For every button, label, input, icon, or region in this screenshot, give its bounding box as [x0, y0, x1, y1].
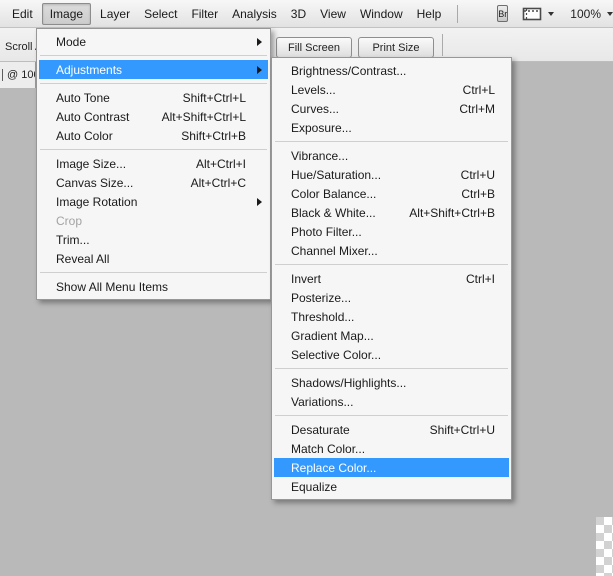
image-menu-dropdown: Mode Adjustments Auto Tone Shift+Ctrl+L … [36, 28, 271, 300]
chevron-down-icon [548, 12, 554, 16]
menu-item-canvas-size[interactable]: Canvas Size... Alt+Ctrl+C [39, 173, 268, 192]
submenu-arrow-icon [257, 38, 262, 46]
fill-screen-button[interactable]: Fill Screen [276, 37, 352, 58]
menu-item-image-size[interactable]: Image Size... Alt+Ctrl+I [39, 154, 268, 173]
document-tab-label: @ 100 [2, 69, 36, 81]
submenu-item-match-color[interactable]: Match Color... [274, 439, 509, 458]
menubar-item-filter[interactable]: Filter [184, 0, 225, 28]
menu-separator [275, 364, 508, 373]
menubar-item-window[interactable]: Window [353, 0, 410, 28]
menu-item-trim[interactable]: Trim... [39, 230, 268, 249]
chevron-down-icon [607, 12, 613, 16]
submenu-item-black-white[interactable]: Black & White... Alt+Shift+Ctrl+B [274, 203, 509, 222]
options-bar-divider [442, 34, 443, 56]
menubar-item-image[interactable]: Image [42, 3, 91, 25]
submenu-item-equalize[interactable]: Equalize [274, 477, 509, 496]
submenu-item-selective-color[interactable]: Selective Color... [274, 345, 509, 364]
submenu-item-photo-filter[interactable]: Photo Filter... [274, 222, 509, 241]
zoom-level-value: 100% [570, 7, 601, 21]
submenu-item-color-balance[interactable]: Color Balance... Ctrl+B [274, 184, 509, 203]
submenu-item-exposure[interactable]: Exposure... [274, 118, 509, 137]
submenu-item-brightness-contrast[interactable]: Brightness/Contrast... [274, 61, 509, 80]
submenu-item-shadows-highlights[interactable]: Shadows/Highlights... [274, 373, 509, 392]
menu-separator [40, 79, 267, 88]
menubar-item-layer[interactable]: Layer [93, 0, 137, 28]
submenu-item-curves[interactable]: Curves... Ctrl+M [274, 99, 509, 118]
menu-item-crop: Crop [39, 211, 268, 230]
submenu-item-gradient-map[interactable]: Gradient Map... [274, 326, 509, 345]
submenu-arrow-icon [257, 66, 262, 74]
launch-bridge-button[interactable]: Br [497, 5, 508, 22]
submenu-arrow-icon [257, 198, 262, 206]
submenu-item-desaturate[interactable]: Desaturate Shift+Ctrl+U [274, 420, 509, 439]
menu-item-auto-contrast[interactable]: Auto Contrast Alt+Shift+Ctrl+L [39, 107, 268, 126]
menu-item-auto-tone[interactable]: Auto Tone Shift+Ctrl+L [39, 88, 268, 107]
menu-bar: Edit Image Layer Select Filter Analysis … [0, 0, 613, 28]
view-extras-icon [522, 6, 543, 22]
photoshop-window: Edit Image Layer Select Filter Analysis … [0, 0, 613, 576]
menubar-item-analysis[interactable]: Analysis [225, 0, 284, 28]
menubar-item-select[interactable]: Select [137, 0, 184, 28]
view-extras-dropdown[interactable] [522, 6, 554, 22]
menu-item-reveal-all[interactable]: Reveal All [39, 249, 268, 268]
menubar-item-3d[interactable]: 3D [284, 0, 313, 28]
menubar-item-view[interactable]: View [313, 0, 353, 28]
menu-separator [275, 411, 508, 420]
print-size-button[interactable]: Print Size [358, 37, 434, 58]
menu-separator [40, 268, 267, 277]
menubar-item-help[interactable]: Help [410, 0, 449, 28]
menu-item-auto-color[interactable]: Auto Color Shift+Ctrl+B [39, 126, 268, 145]
menu-item-image-rotation[interactable]: Image Rotation [39, 192, 268, 211]
submenu-item-hue-saturation[interactable]: Hue/Saturation... Ctrl+U [274, 165, 509, 184]
submenu-item-levels[interactable]: Levels... Ctrl+L [274, 80, 509, 99]
transparency-checkerboard [596, 517, 613, 576]
menu-item-show-all-menu-items[interactable]: Show All Menu Items [39, 277, 268, 296]
submenu-item-variations[interactable]: Variations... [274, 392, 509, 411]
menu-separator [275, 137, 508, 146]
menu-separator [275, 260, 508, 269]
submenu-item-vibrance[interactable]: Vibrance... [274, 146, 509, 165]
menu-item-mode[interactable]: Mode [39, 32, 268, 51]
menubar-item-edit[interactable]: Edit [5, 0, 40, 28]
submenu-item-replace-color[interactable]: Replace Color... [274, 458, 509, 477]
adjustments-submenu: Brightness/Contrast... Levels... Ctrl+L … [271, 57, 512, 500]
menu-separator [40, 145, 267, 154]
zoom-level-dropdown[interactable]: 100% [570, 7, 613, 21]
submenu-item-threshold[interactable]: Threshold... [274, 307, 509, 326]
menu-item-adjustments[interactable]: Adjustments [39, 60, 268, 79]
document-tab[interactable]: @ 100 [0, 62, 36, 88]
submenu-item-channel-mixer[interactable]: Channel Mixer... [274, 241, 509, 260]
menu-separator [40, 51, 267, 60]
submenu-item-invert[interactable]: Invert Ctrl+I [274, 269, 509, 288]
submenu-item-posterize[interactable]: Posterize... [274, 288, 509, 307]
